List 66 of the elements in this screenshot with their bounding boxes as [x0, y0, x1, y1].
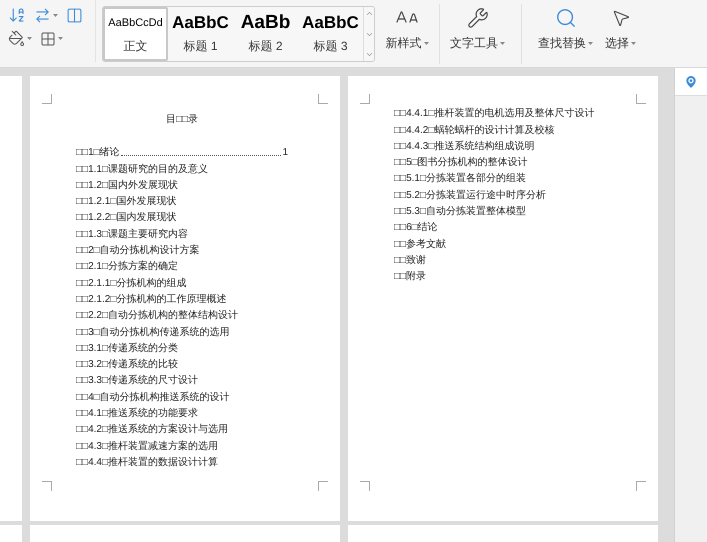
style-option[interactable]: AaBbCcDd 正文 — [103, 7, 168, 61]
sort-icon[interactable] — [8, 6, 26, 24]
search-icon — [554, 7, 576, 29]
toc-entry[interactable]: □□4.4.2□蜗轮蜗杆的设计计算及校核 — [394, 124, 554, 137]
toc-entry[interactable]: □□致谢 — [394, 254, 426, 267]
corner-mark — [360, 481, 370, 491]
caret-icon — [27, 37, 32, 40]
toc-entry[interactable]: □□4.3□推杆装置减速方案的选用 — [76, 440, 218, 453]
caret-icon — [58, 37, 63, 40]
spacing-icon[interactable] — [34, 6, 51, 24]
toc-entry[interactable]: □□1.2.2□国内发展现状 — [76, 212, 176, 224]
toc-entry[interactable]: □□4.4□推杆装置的数据设计计算 — [76, 456, 218, 469]
toc-entry[interactable]: □□2.1.1□分拣机构的组成 — [76, 278, 186, 290]
toc-entry[interactable]: □□4□自动分拣机构推送系统的设计 — [76, 392, 230, 404]
corner-mark — [42, 481, 52, 491]
scroll-up-icon[interactable] — [364, 9, 374, 18]
style-option[interactable]: AaBbC 标题 1 — [168, 7, 233, 61]
toc-entry[interactable]: □□参考文献 — [394, 238, 446, 251]
toc-entry[interactable]: □□5.1□分拣装置各部分的组装 — [394, 173, 526, 186]
toc-entry[interactable]: □□4.4.1□推杆装置的电机选用及整体尺寸设计 — [394, 108, 594, 120]
page-number: 1 — [282, 147, 288, 160]
toolbar-button[interactable]: 查找替换 — [532, 6, 599, 52]
toc-entry[interactable]: □□4.2□推送系统的方案设计与选用 — [76, 424, 228, 436]
caret-icon — [424, 42, 428, 44]
toc-entry[interactable]: □□1.3□课题主要研究内容 — [76, 228, 188, 241]
new-style-button[interactable]: 新样式 — [381, 6, 433, 52]
toc-entry[interactable]: □□3□自动分拣机构传递系统的选用 — [76, 326, 230, 339]
toc-entry[interactable]: □□附录 — [394, 271, 426, 284]
toc-entry[interactable]: □□5.2□分拣装置运行途中时序分析 — [394, 190, 546, 202]
corner-mark — [42, 94, 52, 104]
toc-entry[interactable]: □□6□结论 — [394, 222, 438, 234]
borders-icon[interactable] — [40, 30, 56, 46]
toc-entry[interactable]: □□2.2□自动分拣机构的整体结构设计 — [76, 310, 238, 322]
toc-entry[interactable]: □□3.1□传递系统的分类 — [76, 342, 178, 355]
toc-entry[interactable]: □□1.1□课题研究的目的及意义 — [76, 164, 208, 176]
style-option[interactable]: AaBb 标题 2 — [233, 7, 298, 61]
caret-icon — [631, 42, 636, 44]
style-option[interactable]: AaBbC 标题 3 — [298, 7, 363, 61]
toolbar-button[interactable]: 文字工具 — [444, 6, 511, 52]
corner-mark — [636, 481, 646, 491]
toc-title: 目□□录 — [164, 113, 200, 127]
toolbar-button[interactable]: 选择 — [599, 6, 642, 52]
corner-mark — [318, 94, 328, 104]
expand-icon[interactable] — [364, 50, 374, 59]
caret-icon — [53, 14, 58, 16]
toc-entry[interactable]: □□1□绪论 — [76, 147, 120, 160]
toc-entry[interactable]: □□4.4.3□推送系统结构组成说明 — [394, 140, 534, 153]
wrench-icon — [466, 7, 488, 29]
toc-entry[interactable]: □□2.1.2□分拣机构的工作原理概述 — [76, 294, 226, 306]
toc-entry[interactable]: □□3.2□传递系统的比较 — [76, 359, 178, 372]
caret-icon — [500, 42, 505, 44]
shading-icon[interactable] — [8, 30, 25, 47]
toc-entry[interactable]: □□2.1□分拣方案的确定 — [76, 261, 178, 274]
toc-entry[interactable]: □□5□图书分拣机构的整体设计 — [394, 157, 528, 170]
toc-entry[interactable]: □□1.2□国内外发展现状 — [76, 180, 178, 192]
toc-entry[interactable]: □□3.3□传递系统的尺寸设计 — [76, 375, 198, 388]
toc-entry[interactable]: □□4.1□推送系统的功能要求 — [76, 408, 198, 420]
corner-mark — [636, 94, 646, 104]
corner-mark — [360, 94, 370, 104]
location-pin-icon[interactable] — [683, 74, 699, 90]
toc-entry[interactable]: □□1.2.1□国外发展现状 — [76, 196, 176, 208]
corner-mark — [318, 481, 328, 491]
toc-entry[interactable]: □□5.3□自动分拣装置整体模型 — [394, 206, 526, 218]
caret-icon — [588, 42, 593, 44]
table-icon[interactable] — [66, 6, 83, 24]
toc-entry[interactable]: □□2□自动分拣机构设计方案 — [76, 245, 200, 258]
